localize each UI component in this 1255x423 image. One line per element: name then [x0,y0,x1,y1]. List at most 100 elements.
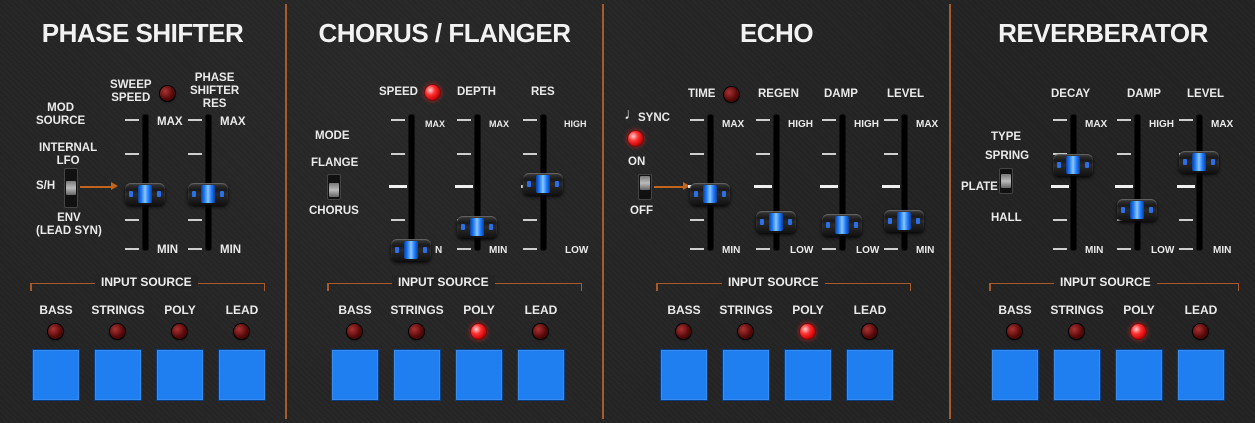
source-button-bass[interactable] [992,350,1038,400]
tick-mark [457,119,471,121]
source-label-bass: BASS [39,303,73,317]
depth-slider-knob[interactable] [457,216,497,239]
source-button-lead[interactable] [518,350,564,400]
source-led-strings [110,324,125,339]
source-button-poly[interactable] [1116,350,1162,400]
source-button-lead[interactable] [847,350,893,400]
speed-led [425,85,440,100]
damp-slider-track[interactable] [1135,115,1140,250]
damp-slider-knob[interactable] [822,214,862,237]
decay-slider-track[interactable] [1071,115,1076,250]
sync-led [628,131,643,146]
source-button-poly[interactable] [785,350,831,400]
sync-on-label: ON [628,156,646,168]
speed-label: SPEED [379,86,418,98]
decay-label: DECAY [1051,88,1091,100]
time-slider-knob[interactable] [690,182,730,205]
low-label: LOW [856,245,880,256]
min-label: MIN [157,244,179,256]
source-button-bass[interactable] [332,350,378,400]
source-led-strings [738,324,753,339]
chorus-label: CHORUS [309,205,359,217]
sync-switch[interactable] [638,174,652,200]
echo-title: ECHO [739,18,814,48]
tick-mark [1179,248,1193,250]
source-label-poly: POLY [792,303,824,317]
center-detent [1177,185,1195,188]
source-button-strings[interactable] [723,350,769,400]
max-label: MAX [157,116,183,128]
reverberator-title: REVERBERATOR [998,18,1208,48]
phase-shifter-section: PHASE SHIFTER MOD SOURCE INTERNAL LFO S/… [0,0,285,423]
center-detent [820,185,838,188]
mod-source-switch[interactable] [64,168,78,208]
time-label: TIME [688,88,716,100]
tick-mark [884,153,898,155]
tick-mark [1179,119,1193,121]
source-led-strings [1069,324,1084,339]
source-button-bass[interactable] [661,350,707,400]
tick-mark [457,248,471,250]
spring-label: SPRING [985,150,1030,162]
mode-label: MODE [315,130,350,142]
tick-mark [391,119,405,121]
res-slider-knob[interactable] [523,173,563,196]
source-button-strings[interactable] [95,350,141,400]
switch-lever [329,183,339,197]
level-slider-knob[interactable] [884,209,924,232]
input-source-label: INPUT SOURCE [392,275,495,289]
input-source-label: INPUT SOURCE [722,275,825,289]
mode-switch[interactable] [327,174,341,200]
input-source-label: INPUT SOURCE [95,275,198,289]
source-led-poly [800,324,815,339]
regen-label: REGEN [758,88,799,100]
source-button-lead[interactable] [219,350,265,400]
tick-mark [690,153,704,155]
regen-slider-knob[interactable] [756,210,796,233]
speed-slider-track[interactable] [409,115,414,250]
damp-slider-knob[interactable] [1117,199,1157,222]
effects-panel: PHASE SHIFTER MOD SOURCE INTERNAL LFO S/… [0,0,1255,423]
source-led-poly [1131,324,1146,339]
source-button-poly[interactable] [456,350,502,400]
source-label-poly: POLY [164,303,196,317]
type-switch[interactable] [999,168,1013,194]
high-label: HIGH [854,119,879,130]
max-label: MAX [916,119,939,130]
flange-label: FLANGE [311,157,359,169]
source-button-bass[interactable] [33,350,79,400]
tick-mark [523,248,537,250]
sweep-speed-slider-knob[interactable] [125,182,165,205]
sweep-speed-label: SWEEP SPEED [110,79,152,104]
max-label: MAX [489,119,509,129]
tick-mark [188,219,202,221]
source-button-poly[interactable] [157,350,203,400]
phase-res-slider-knob[interactable] [188,182,228,205]
source-led-poly [471,324,486,339]
max-label: MAX [1211,119,1234,130]
source-label-bass: BASS [338,303,372,317]
tick-mark [457,153,471,155]
time-led [724,87,739,102]
center-detent [1115,185,1133,188]
tick-mark [125,248,139,250]
internal-lfo-label: INTERNAL LFO [39,142,98,167]
level-slider-knob[interactable] [1179,150,1219,173]
source-button-strings[interactable] [394,350,440,400]
level-label: LEVEL [887,88,925,100]
level-slider-track[interactable] [1197,115,1202,250]
source-label-bass: BASS [667,303,701,317]
reverberator-section: REVERBERATOR TYPE SPRING PLATE HALL DECA… [951,0,1255,423]
source-button-strings[interactable] [1054,350,1100,400]
tick-mark [125,119,139,121]
chorus-flanger-section: CHORUS / FLANGER MODE FLANGE CHORUS SPEE… [287,0,602,423]
tick-mark [822,119,836,121]
decay-slider-knob[interactable] [1053,154,1093,177]
source-button-lead[interactable] [1178,350,1224,400]
tick-mark [125,219,139,221]
damp-label: DAMP [824,88,858,100]
speed-slider-knob[interactable] [391,239,431,261]
source-led-poly [172,324,187,339]
tick-mark [690,248,704,250]
max-label: MAX [425,119,445,129]
